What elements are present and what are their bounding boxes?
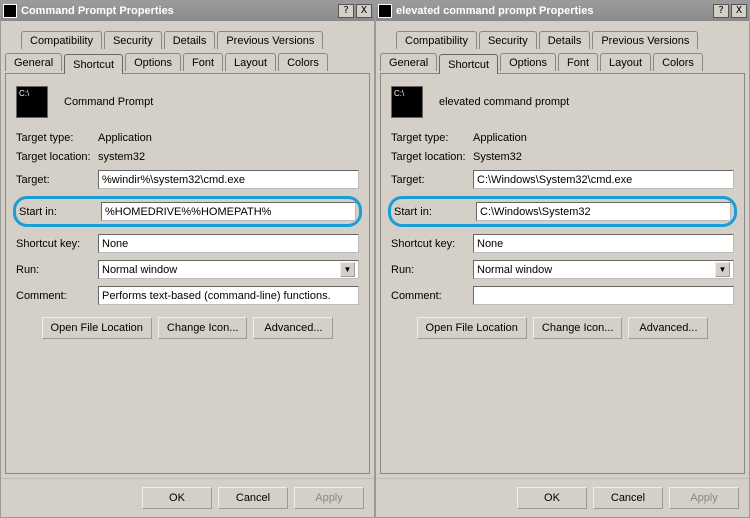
run-value: Normal window [102,264,177,276]
comment-input[interactable] [473,286,734,305]
tab-colors[interactable]: Colors [653,53,703,71]
run-value: Normal window [477,264,552,276]
properties-window-left: Command Prompt Properties ? X Compatibil… [0,0,375,518]
window-title: elevated command prompt Properties [396,5,711,17]
label-target-location: Target location: [16,151,98,163]
apply-button[interactable]: Apply [669,487,739,509]
start-in-highlight: Start in: [388,196,737,227]
label-run: Run: [391,264,473,276]
properties-window-right: elevated command prompt Properties ? X C… [375,0,750,518]
shortcut-key-input[interactable] [473,234,734,253]
ok-button[interactable]: OK [142,487,212,509]
open-file-location-button[interactable]: Open File Location [417,317,527,339]
change-icon-button[interactable]: Change Icon... [533,317,623,339]
cmd-icon [16,86,48,118]
window-title: Command Prompt Properties [21,5,336,17]
label-target-type: Target type: [391,132,473,144]
label-comment: Comment: [391,290,473,302]
tab-compatibility[interactable]: Compatibility [21,31,102,49]
value-target-type: Application [473,132,734,144]
tab-shortcut[interactable]: Shortcut [64,54,123,74]
tabs-row-lower: General Shortcut Options Font Layout Col… [376,49,749,73]
help-button[interactable]: ? [338,4,354,18]
tabs-row-upper: Compatibility Security Details Previous … [376,27,749,49]
tab-compatibility[interactable]: Compatibility [396,31,477,49]
tab-security[interactable]: Security [104,31,162,49]
close-button[interactable]: X [356,4,372,18]
start-in-input[interactable] [476,202,731,221]
cmd-icon [391,86,423,118]
chevron-down-icon[interactable]: ▼ [715,262,730,277]
tabs-row-upper: Compatibility Security Details Previous … [1,27,374,49]
label-start-in: Start in: [19,206,101,218]
advanced-button[interactable]: Advanced... [253,317,333,339]
tab-colors[interactable]: Colors [278,53,328,71]
cancel-button[interactable]: Cancel [593,487,663,509]
open-file-location-button[interactable]: Open File Location [42,317,152,339]
ok-button[interactable]: OK [517,487,587,509]
target-input[interactable] [98,170,359,189]
value-target-location: System32 [473,151,734,163]
value-target-location: system32 [98,151,359,163]
dialog-buttons: OK Cancel Apply [1,478,374,517]
label-target: Target: [16,174,98,186]
start-in-highlight: Start in: [13,196,362,227]
tabs-row-lower: General Shortcut Options Font Layout Col… [1,49,374,73]
label-target-type: Target type: [16,132,98,144]
label-run: Run: [16,264,98,276]
chevron-down-icon[interactable]: ▼ [340,262,355,277]
advanced-button[interactable]: Advanced... [628,317,708,339]
tab-details[interactable]: Details [164,31,216,49]
dialog-buttons: OK Cancel Apply [376,478,749,517]
target-input[interactable] [473,170,734,189]
tab-general[interactable]: General [380,53,437,71]
tab-layout[interactable]: Layout [600,53,651,71]
tab-shortcut[interactable]: Shortcut [439,54,498,74]
tab-options[interactable]: Options [125,53,181,71]
tab-previous-versions[interactable]: Previous Versions [592,31,698,49]
run-combobox[interactable]: Normal window ▼ [98,260,359,279]
label-shortcut-key: Shortcut key: [16,238,98,250]
shortcut-key-input[interactable] [98,234,359,253]
cmd-icon [3,4,17,18]
label-comment: Comment: [16,290,98,302]
titlebar[interactable]: elevated command prompt Properties ? X [376,1,749,21]
label-target: Target: [391,174,473,186]
tab-options[interactable]: Options [500,53,556,71]
run-combobox[interactable]: Normal window ▼ [473,260,734,279]
tab-font[interactable]: Font [558,53,598,71]
titlebar[interactable]: Command Prompt Properties ? X [1,1,374,21]
comment-input[interactable] [98,286,359,305]
label-target-location: Target location: [391,151,473,163]
shortcut-name: elevated command prompt [439,96,569,108]
shortcut-name: Command Prompt [64,96,153,108]
tab-layout[interactable]: Layout [225,53,276,71]
shortcut-panel: Command Prompt Target type:Application T… [5,73,370,474]
tab-general[interactable]: General [5,53,62,71]
start-in-input[interactable] [101,202,356,221]
close-button[interactable]: X [731,4,747,18]
cmd-icon [378,4,392,18]
cancel-button[interactable]: Cancel [218,487,288,509]
tab-font[interactable]: Font [183,53,223,71]
help-button[interactable]: ? [713,4,729,18]
value-target-type: Application [98,132,359,144]
change-icon-button[interactable]: Change Icon... [158,317,248,339]
tab-security[interactable]: Security [479,31,537,49]
tab-previous-versions[interactable]: Previous Versions [217,31,323,49]
shortcut-panel: elevated command prompt Target type:Appl… [380,73,745,474]
label-shortcut-key: Shortcut key: [391,238,473,250]
apply-button[interactable]: Apply [294,487,364,509]
tab-details[interactable]: Details [539,31,591,49]
label-start-in: Start in: [394,206,476,218]
